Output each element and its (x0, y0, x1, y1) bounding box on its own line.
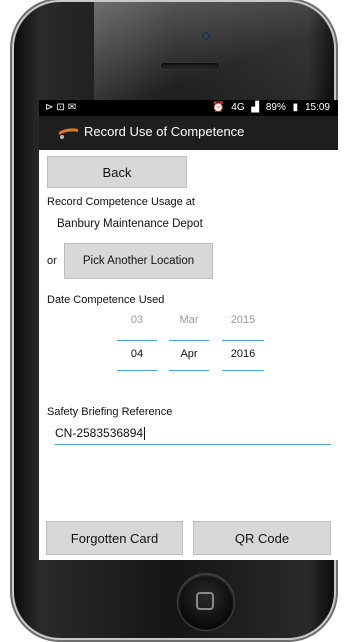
phone-gloss (94, 2, 334, 102)
year-picker-line-bottom (222, 370, 264, 371)
home-square-icon (196, 592, 214, 610)
date-year-picker[interactable]: 2016 (222, 348, 264, 360)
clock: 15:09 (304, 102, 330, 113)
date-picker-label: Date Competence Used (47, 294, 165, 306)
safety-briefing-label: Safety Briefing Reference (47, 406, 173, 418)
pick-another-location-button[interactable]: Pick Another Location (64, 243, 213, 279)
network-type: 4G (231, 102, 245, 113)
screen: ⊳⊡✉ ⏰ 4G ▟ 89% ▮ 15:09 Record Use of Com… (39, 100, 338, 560)
earpiece-speaker (161, 63, 219, 69)
signal-icon: ▟ (251, 102, 260, 113)
or-label: or (47, 255, 57, 267)
location-name: Banbury Maintenance Depot (57, 218, 203, 230)
record-location-prompt: Record Competence Usage at (47, 196, 195, 208)
month-picker-line-bottom (169, 370, 209, 371)
date-prev-day[interactable]: 03 (117, 314, 157, 326)
status-notification-icons: ⊳⊡✉ (45, 102, 80, 113)
battery-icon: ▮ (292, 102, 299, 113)
date-month-picker[interactable]: Apr (169, 348, 209, 360)
date-prev-month[interactable]: Mar (169, 314, 209, 326)
status-right: ⏰ 4G ▟ 89% ▮ 15:09 (208, 102, 330, 113)
safety-briefing-input[interactable]: CN-2583536894 (55, 426, 331, 445)
day-picker-line-top (117, 340, 157, 341)
front-camera (202, 32, 210, 40)
day-picker-line-bottom (117, 370, 157, 371)
date-day-picker[interactable]: 04 (117, 348, 157, 360)
home-button[interactable] (178, 574, 234, 630)
qr-code-button[interactable]: QR Code (193, 521, 331, 555)
text-cursor (144, 427, 146, 441)
app-logo-icon (59, 128, 78, 139)
date-prev-year[interactable]: 2015 (222, 314, 264, 326)
month-picker-line-top (169, 340, 209, 341)
battery-percent: 89% (265, 102, 286, 113)
back-button[interactable]: Back (47, 156, 187, 188)
bottom-button-bar: Forgotten Card QR Code (39, 516, 338, 560)
alarm-icon: ⏰ (212, 102, 225, 113)
status-bar: ⊳⊡✉ ⏰ 4G ▟ 89% ▮ 15:09 (39, 100, 338, 116)
app-title: Record Use of Competence (84, 124, 245, 139)
forgotten-card-button[interactable]: Forgotten Card (46, 521, 183, 555)
year-picker-line-top (222, 340, 264, 341)
safety-briefing-value: CN-2583536894 (55, 426, 144, 440)
action-bar: Record Use of Competence (39, 116, 338, 150)
